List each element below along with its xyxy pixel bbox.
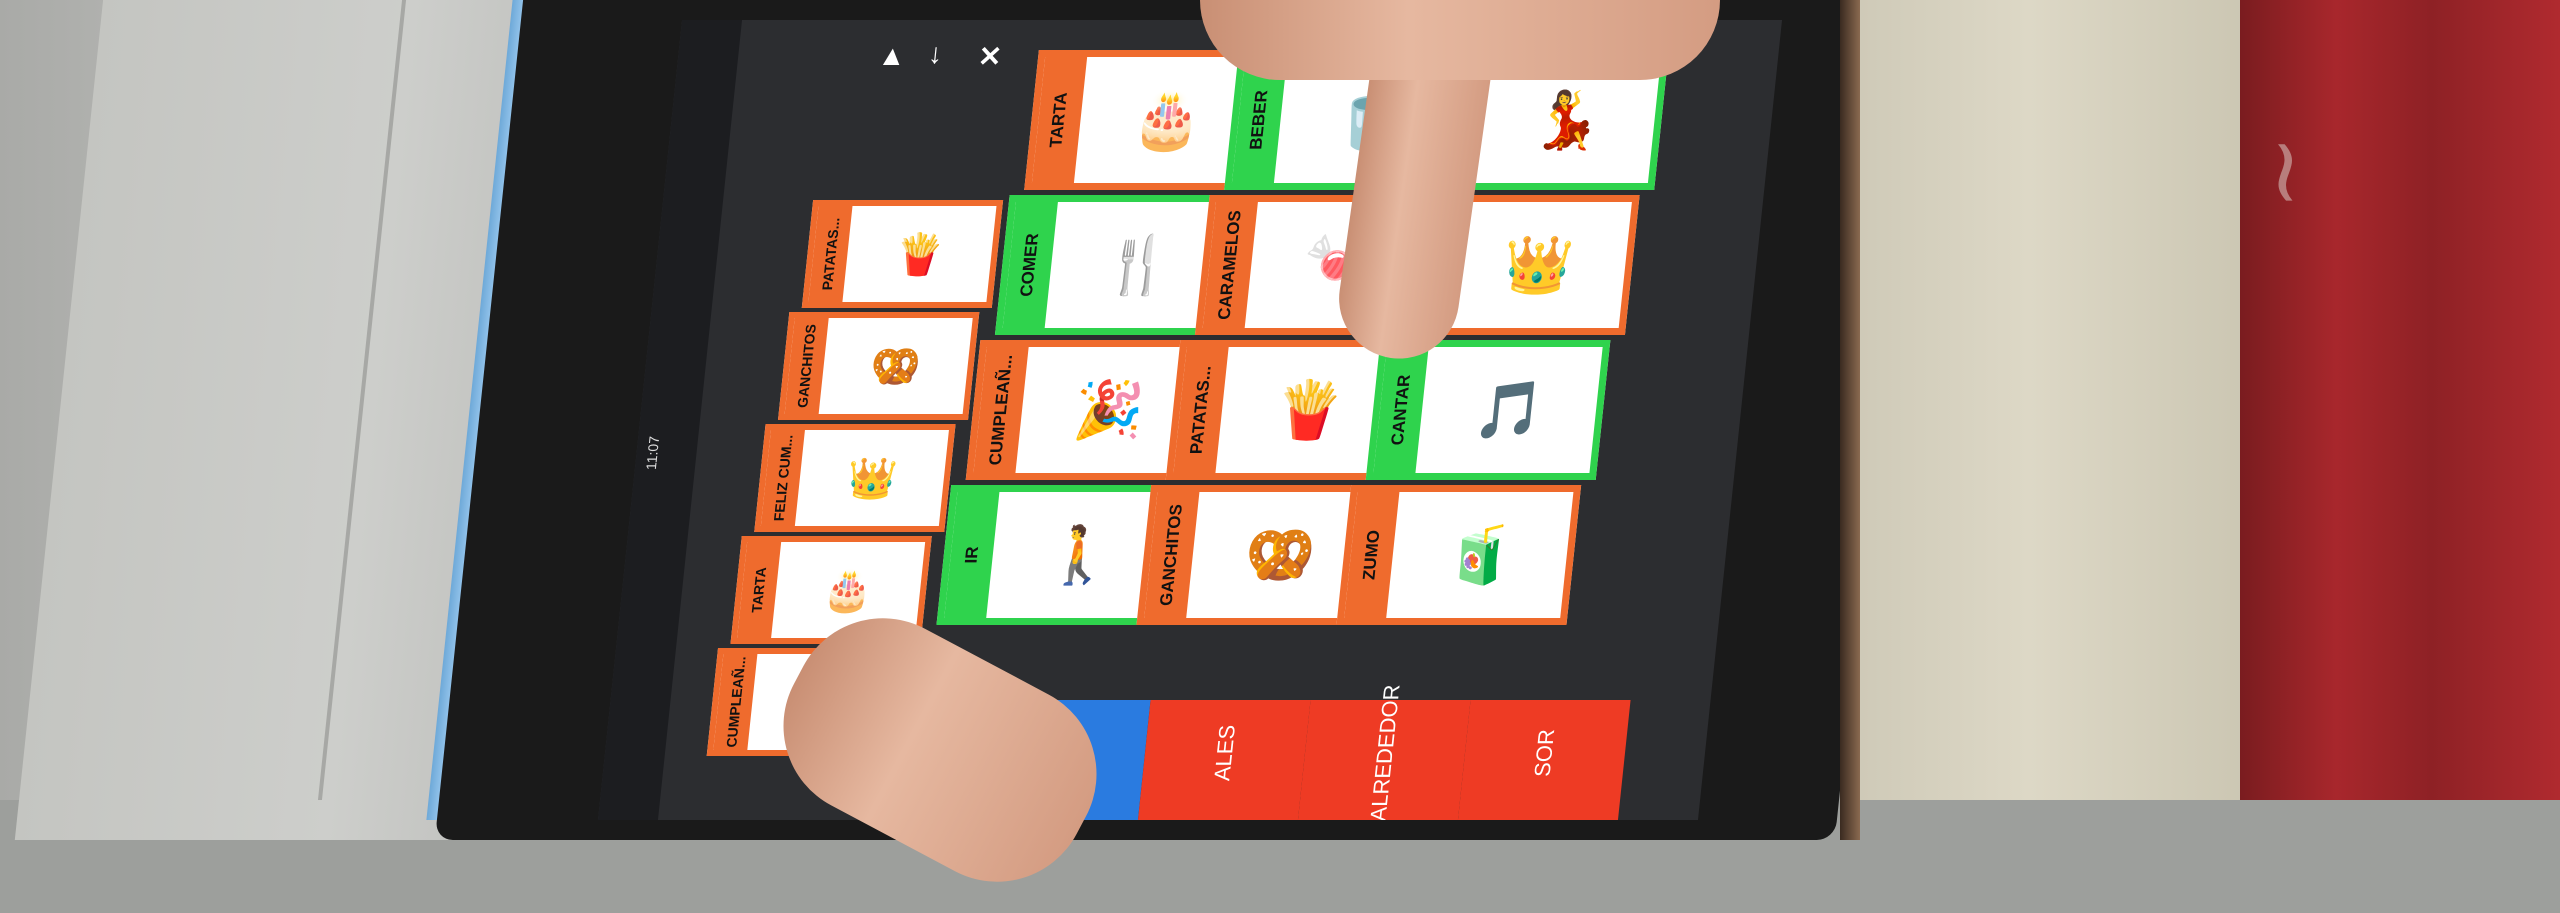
arrow-down-icon[interactable]: ↓ [927, 38, 944, 70]
scroll-up-icon[interactable]: ▲ [877, 40, 908, 72]
sentence-tile-label: FELIZ CUM... [770, 434, 796, 522]
tile-pictogram-icon: 👑 [1500, 233, 1577, 296]
tile-label: TARTA [1046, 92, 1072, 148]
close-icon[interactable]: ✕ [976, 40, 1004, 73]
sentence-tile-label: CUMPLEAÑ... [722, 656, 749, 748]
tile-label: COMER [1016, 233, 1043, 297]
category-button[interactable]: ALREDEDOR [1297, 685, 1471, 820]
tile-label: IR [960, 546, 982, 564]
pictogram-tile[interactable]: ZUMO 🧃 [1336, 485, 1582, 625]
tile-label: GANCHITOS [1156, 504, 1187, 606]
tile-label: PATATAS... [1186, 365, 1215, 455]
pictogram-tile[interactable]: CANTAR 🎵 [1365, 340, 1611, 480]
tile-label: CUMPLEAÑ... [985, 354, 1016, 466]
tile-label: ZUMO [1359, 529, 1384, 581]
sentence-tile[interactable]: GANCHITOS 🥨 [778, 312, 980, 420]
red-shirt: ~ [2235, 0, 2560, 800]
tablet-screen: 11:07 ▲ ↓ ✕ TARTA🎂BEBER🥤BAILAR💃COMER🍴CAR… [597, 20, 1783, 820]
tile-label: CANTAR [1387, 374, 1414, 446]
tile-pictogram-icon: 🧃 [1441, 523, 1519, 586]
sentence-tile-icon: 🥨 [868, 344, 923, 389]
sentence-tile-icon: 🍟 [892, 232, 947, 277]
sentence-tile[interactable]: FELIZ CUM... 👑 [754, 424, 956, 532]
tile-pictogram-icon: 🎵 [1470, 378, 1548, 441]
tablet-rim [1840, 0, 1860, 840]
sentence-tile-icon: 👑 [844, 456, 900, 501]
category-button[interactable]: ALES [1137, 700, 1311, 820]
table-surface-right [1860, 0, 2280, 800]
shirt-print: ~ [2235, 134, 2341, 211]
sentence-tile-label: GANCHITOS [794, 324, 820, 408]
sentence-tile-label: TARTA [748, 567, 770, 613]
category-label: SOR [1529, 729, 1560, 777]
category-label: ALES [1209, 724, 1240, 782]
category-button[interactable]: SOR [1457, 700, 1631, 820]
tile-label: CARAMELOS [1214, 210, 1246, 320]
hand-back [1200, 0, 1720, 80]
status-clock: 11:07 [642, 436, 663, 470]
sentence-tile-label: PATATAS... [818, 217, 843, 291]
sentence-tile[interactable]: PATATAS... 🍟 [801, 200, 1004, 308]
tile-label: BEBER [1246, 90, 1272, 150]
